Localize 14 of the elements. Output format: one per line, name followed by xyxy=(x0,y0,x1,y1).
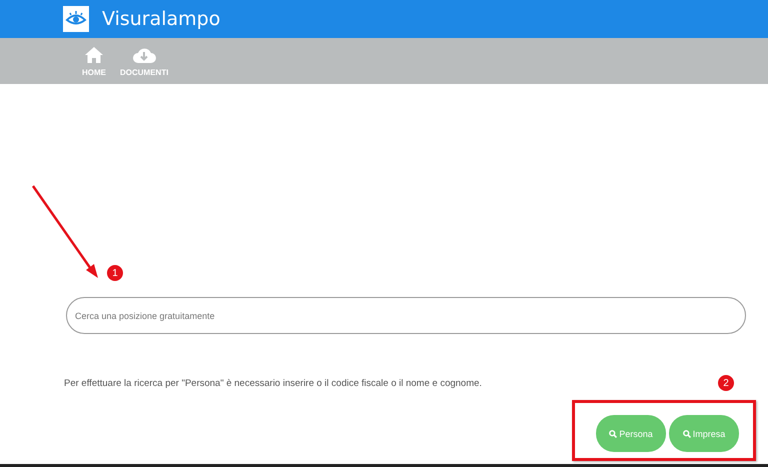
nav-link[interactable]: HOME xyxy=(82,46,106,76)
search-field[interactable]: Cerca una posizione gratuitamente xyxy=(66,297,746,334)
home-icon xyxy=(84,46,104,64)
step-badge: 1 xyxy=(107,265,123,281)
info-text: Per effettuare la ricerca per "Persona" è necessario inserire o il codice fiscale o il nome e cognome. xyxy=(64,378,482,388)
cloud-download-icon xyxy=(132,46,156,64)
nav-link[interactable]: DOCUMENTI xyxy=(120,46,168,76)
app-title: Visuralampo xyxy=(102,8,220,30)
eye-logo-icon xyxy=(63,6,89,32)
step-badge: 2 xyxy=(718,375,734,391)
search-icon xyxy=(609,430,618,438)
search-button[interactable]: Persona xyxy=(596,415,666,452)
search-button[interactable]: Impresa xyxy=(669,415,739,452)
search-icon xyxy=(682,430,691,438)
